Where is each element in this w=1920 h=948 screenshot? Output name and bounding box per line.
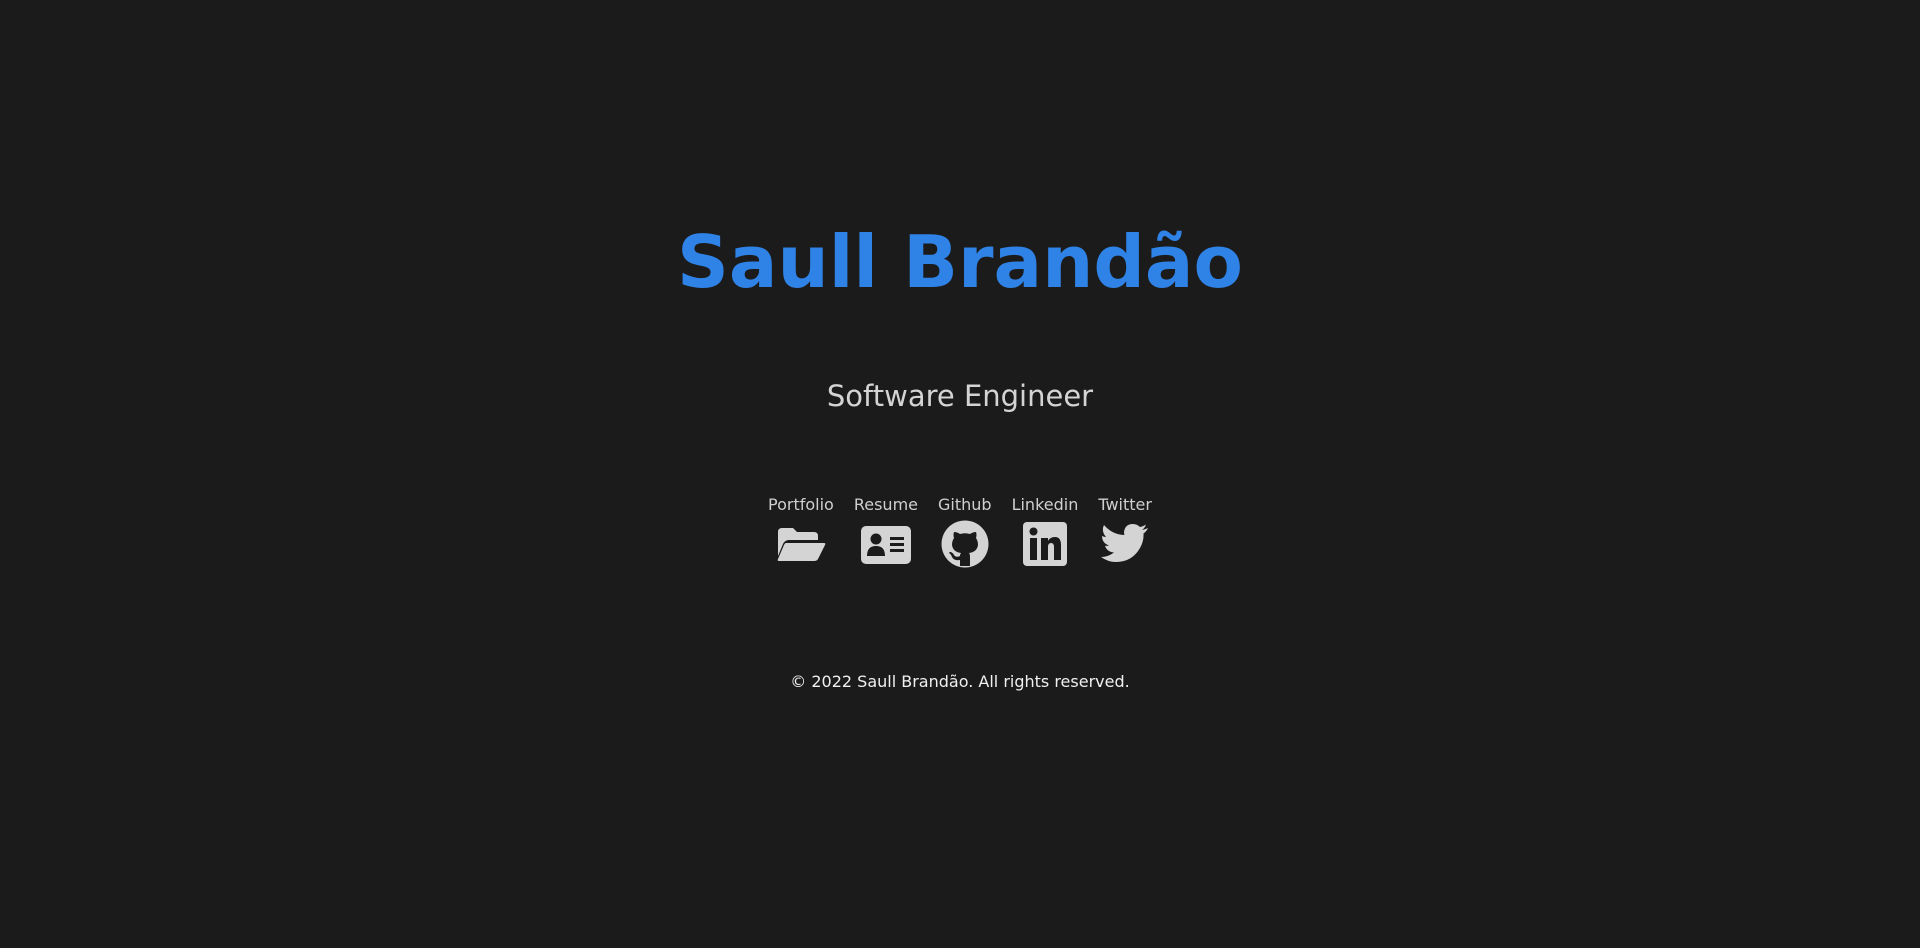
- linkedin-label: Linkedin: [1011, 495, 1079, 514]
- page-title: Saull Brandão: [677, 220, 1243, 304]
- social-links: Portfolio Resume Github Linkedin Twitter: [0, 495, 1920, 569]
- portfolio-link[interactable]: Portfolio: [758, 495, 844, 569]
- linkedin-icon: [1020, 519, 1070, 569]
- github-link[interactable]: Github: [928, 495, 1002, 569]
- portfolio-label: Portfolio: [768, 495, 834, 514]
- copyright-text: © 2022 Saull Brandão. All rights reserve…: [790, 672, 1130, 691]
- id-card-icon: [860, 519, 911, 569]
- github-icon: [940, 519, 990, 569]
- job-title: Software Engineer: [826, 379, 1094, 413]
- linkedin-link[interactable]: Linkedin: [1002, 495, 1089, 569]
- resume-link[interactable]: Resume: [844, 495, 928, 569]
- twitter-link[interactable]: Twitter: [1088, 495, 1162, 569]
- resume-label: Resume: [853, 495, 918, 514]
- twitter-label: Twitter: [1098, 495, 1152, 514]
- github-label: Github: [938, 495, 992, 514]
- landing-page: Saull Brandão Software Engineer Portfoli…: [0, 0, 1920, 948]
- twitter-icon: [1100, 519, 1150, 569]
- folder-open-icon: [776, 519, 826, 569]
